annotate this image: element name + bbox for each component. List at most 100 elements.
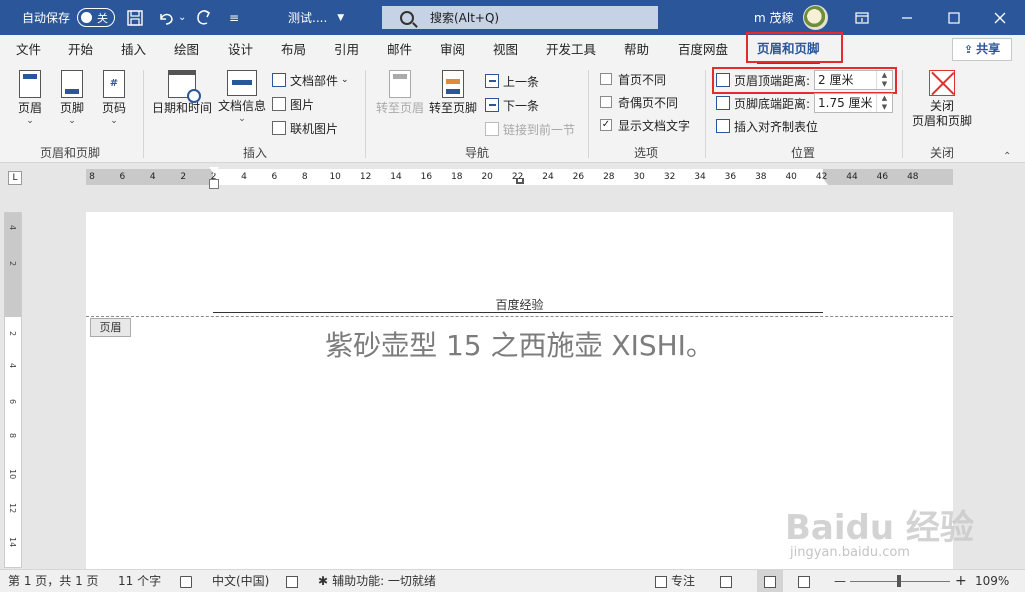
clock-icon (187, 89, 201, 103)
read-mode-icon[interactable] (720, 570, 736, 592)
undo-icon[interactable] (157, 0, 175, 35)
odd-even-different-checkbox[interactable]: 奇偶页不同 (600, 92, 678, 112)
ribbon-display-icon[interactable] (855, 0, 869, 35)
zoom-in-button[interactable]: + (955, 570, 967, 592)
spinner-up-icon[interactable]: ▲ (882, 94, 887, 102)
tab-mailings[interactable]: 邮件 (387, 35, 412, 64)
tab-references[interactable]: 引用 (334, 35, 359, 64)
redo-icon[interactable] (195, 0, 213, 35)
doc-parts-button[interactable]: 文档部件 ⌄ (272, 70, 349, 90)
maximize-icon[interactable] (948, 0, 960, 35)
footer-button[interactable]: 页脚 ⌄ (56, 70, 88, 126)
tab-layout[interactable]: 布局 (281, 35, 306, 64)
zoom-out-button[interactable]: — (834, 570, 846, 592)
center-tab-stop-icon[interactable] (516, 178, 524, 184)
close-icon (929, 70, 955, 96)
tab-baidu-netdisk[interactable]: 百度网盘 (678, 35, 728, 64)
zoom-level[interactable]: 109% (975, 570, 1009, 592)
date-time-button[interactable]: 日期和时间 (150, 70, 214, 116)
spinner-arrows[interactable]: ▲ ▼ (876, 94, 892, 112)
prev-button[interactable]: 上一条 (485, 71, 539, 91)
close-header-footer-button[interactable]: 关闭 页眉和页脚 (908, 70, 976, 129)
search-input[interactable]: 搜索(Alt+Q) (382, 6, 658, 29)
proofing-icon[interactable] (180, 570, 196, 592)
first-page-different-checkbox[interactable]: 首页不同 (600, 69, 666, 89)
web-layout-icon[interactable] (798, 570, 814, 592)
picture-icon (272, 97, 286, 111)
share-icon: ⇪ (963, 43, 974, 56)
ruler-number: 6 (271, 172, 278, 182)
body-text[interactable]: 紫砂壶型 15 之西施壶 XISHI。 (86, 324, 953, 364)
link-previous-button[interactable]: 链接到前一节 (485, 119, 575, 139)
picture-button[interactable]: 图片 (272, 94, 314, 114)
macro-icon[interactable] (286, 570, 302, 592)
close-window-icon[interactable] (994, 0, 1006, 35)
tab-insert[interactable]: 插入 (121, 35, 146, 64)
save-icon[interactable] (127, 0, 143, 35)
group-divider (143, 70, 144, 158)
language[interactable]: 中文(中国) (212, 570, 269, 592)
word-count[interactable]: 11 个字 (118, 570, 161, 592)
ruler-number: 10 (329, 172, 341, 182)
avatar[interactable] (803, 5, 828, 30)
page-info[interactable]: 第 1 页，共 1 页 (8, 570, 99, 592)
chevron-down-icon: ⌄ (110, 116, 118, 126)
odd-even-different-label: 奇偶页不同 (618, 95, 679, 110)
vruler-number: 14 (8, 537, 17, 548)
horizontal-ruler: L 8 6 4 2 2 4 6 8 10 12 14 16 18 20 22 24 26 28 30 32 34 36 38… (0, 164, 1025, 191)
doc-parts-icon (272, 73, 286, 87)
chevron-down-icon: ⌄ (26, 116, 34, 126)
tab-view[interactable]: 视图 (493, 35, 518, 64)
ruler-number: 30 (633, 172, 645, 182)
focus-button[interactable]: 专注 (655, 570, 695, 592)
goto-footer-label: 转至页脚 (428, 101, 477, 115)
ruler-number: 16 (420, 172, 433, 182)
vruler-number: 8 (8, 433, 17, 439)
print-layout-icon[interactable] (757, 570, 783, 592)
next-button[interactable]: 下一条 (485, 95, 539, 115)
show-doc-text-checkbox[interactable]: ✓ 显示文档文字 (600, 115, 690, 135)
first-page-different-label: 首页不同 (618, 72, 667, 87)
page-number-button[interactable]: # 页码 ⌄ (98, 70, 130, 126)
next-label: 下一条 (503, 98, 540, 113)
tab-design[interactable]: 设计 (228, 35, 253, 64)
accessibility-status[interactable]: ✱ 辅助功能: 一切就绪 (318, 570, 436, 592)
tab-selector-icon[interactable]: L (8, 171, 22, 185)
tab-home[interactable]: 开始 (68, 35, 93, 64)
tab-draw[interactable]: 绘图 (174, 35, 199, 64)
right-indent-icon[interactable] (818, 178, 828, 185)
header-button[interactable]: 页眉 ⌄ (14, 70, 46, 126)
header-text[interactable]: 百度经验 (86, 296, 953, 313)
customize-qat-icon[interactable]: ≡ (229, 0, 239, 35)
tab-developer[interactable]: 开发工具 (546, 35, 596, 64)
tab-help[interactable]: 帮助 (624, 35, 649, 64)
autosave-label: 自动保存 (22, 11, 71, 25)
collapse-ribbon-icon[interactable]: ⌃ (1003, 151, 1011, 162)
doc-info-button[interactable]: 文档信息 ⌄ (216, 70, 268, 124)
first-line-indent-icon[interactable] (209, 167, 219, 174)
picture-label: 图片 (290, 97, 315, 112)
minimize-icon[interactable] (901, 0, 913, 35)
footer-bottom-distance-value: 1.75 厘米 (818, 96, 873, 110)
left-indent-icon[interactable] (209, 179, 219, 189)
autosave-toggle[interactable]: 关 (77, 8, 115, 27)
goto-footer-icon (442, 70, 464, 98)
share-button[interactable]: ⇪ 共享 (952, 38, 1012, 61)
footer-label: 页脚 (59, 101, 84, 115)
accessibility-text: 辅助功能: 一切就绪 (332, 574, 436, 588)
online-picture-button[interactable]: 联机图片 (272, 118, 338, 138)
document-title[interactable]: 测试.... ▼ (288, 0, 344, 35)
checkbox-unchecked (600, 73, 612, 85)
tab-review[interactable]: 审阅 (440, 35, 465, 64)
goto-header-button[interactable]: 转至页眉 (374, 70, 426, 116)
tab-file[interactable]: 文件 (16, 35, 41, 64)
insert-align-tab-button[interactable]: 插入对齐制表位 (716, 116, 818, 136)
user-name[interactable]: m 茂稼 (754, 0, 794, 35)
spinner-down-icon[interactable]: ▼ (882, 103, 887, 111)
goto-footer-button[interactable]: 转至页脚 (427, 70, 479, 116)
footer-bottom-distance-input[interactable]: 1.75 厘米 ▲ ▼ (814, 93, 893, 113)
undo-dropdown-icon[interactable]: ⌄ (178, 0, 186, 35)
zoom-slider-thumb[interactable] (897, 575, 901, 587)
vruler-number: 4 (8, 225, 17, 231)
calendar-icon (168, 70, 201, 103)
